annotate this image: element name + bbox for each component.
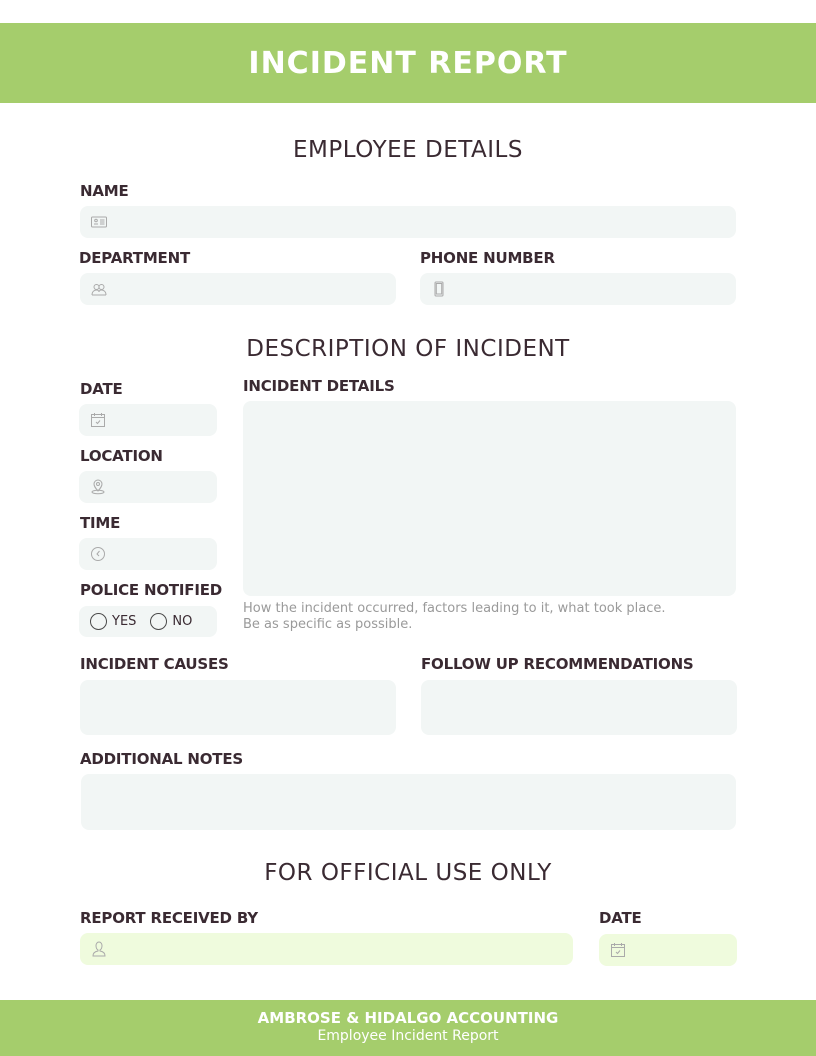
date-field[interactable]	[79, 404, 217, 436]
incident-details-hint-line2: Be as specific as possible.	[243, 617, 413, 632]
calendar-icon	[611, 943, 625, 957]
police-notified-yes[interactable]: YES	[90, 613, 136, 630]
police-notified-group: YES NO	[79, 606, 217, 637]
phone-label: PHONE NUMBER	[420, 249, 555, 267]
clock-icon	[91, 547, 105, 561]
footer-company-name: AMBROSE & HIDALGO ACCOUNTING	[257, 1009, 559, 1027]
footer-subtitle: Employee Incident Report	[317, 1028, 499, 1044]
report-received-by-field[interactable]	[80, 933, 573, 965]
page-title: INCIDENT REPORT	[248, 45, 568, 81]
follow-up-textarea[interactable]	[421, 680, 737, 735]
additional-notes-textarea[interactable]	[81, 774, 736, 830]
name-field[interactable]	[80, 206, 736, 238]
calendar-icon	[91, 413, 105, 427]
department-field[interactable]	[80, 273, 396, 305]
report-received-by-label: REPORT RECEIVED BY	[80, 909, 258, 927]
incident-causes-label: INCIDENT CAUSES	[80, 655, 229, 673]
police-notified-label: POLICE NOTIFIED	[80, 581, 223, 599]
radio-circle-icon	[90, 613, 107, 630]
police-notified-no[interactable]: NO	[150, 613, 192, 630]
incident-details-textarea[interactable]	[243, 401, 736, 596]
incident-causes-textarea[interactable]	[80, 680, 396, 735]
official-date-label: DATE	[599, 909, 642, 927]
section-title-employee-details: EMPLOYEE DETAILS	[293, 137, 523, 163]
footer-banner: AMBROSE & HIDALGO ACCOUNTING Employee In…	[0, 1000, 816, 1056]
id-card-icon	[91, 216, 107, 228]
mobile-phone-icon	[434, 281, 444, 297]
official-date-field[interactable]	[599, 934, 737, 966]
incident-details-label: INCIDENT DETAILS	[243, 377, 395, 395]
map-pin-icon	[91, 479, 105, 495]
section-title-official-use: FOR OFFICIAL USE ONLY	[264, 860, 552, 886]
date-label: DATE	[80, 380, 123, 398]
location-label: LOCATION	[80, 447, 163, 465]
location-field[interactable]	[79, 471, 217, 503]
name-label: NAME	[80, 182, 129, 200]
department-label: DEPARTMENT	[79, 249, 190, 267]
additional-notes-label: ADDITIONAL NOTES	[80, 750, 243, 768]
people-icon	[91, 284, 107, 296]
incident-details-hint-line1: How the incident occurred, factors leadi…	[243, 601, 666, 616]
phone-field[interactable]	[420, 273, 736, 305]
user-icon	[92, 941, 106, 957]
follow-up-label: FOLLOW UP RECOMMENDATIONS	[421, 655, 694, 673]
time-label: TIME	[80, 514, 121, 532]
header-banner: INCIDENT REPORT	[0, 23, 816, 103]
section-title-description: DESCRIPTION OF INCIDENT	[246, 336, 570, 362]
time-field[interactable]	[79, 538, 217, 570]
radio-circle-icon	[150, 613, 168, 630]
